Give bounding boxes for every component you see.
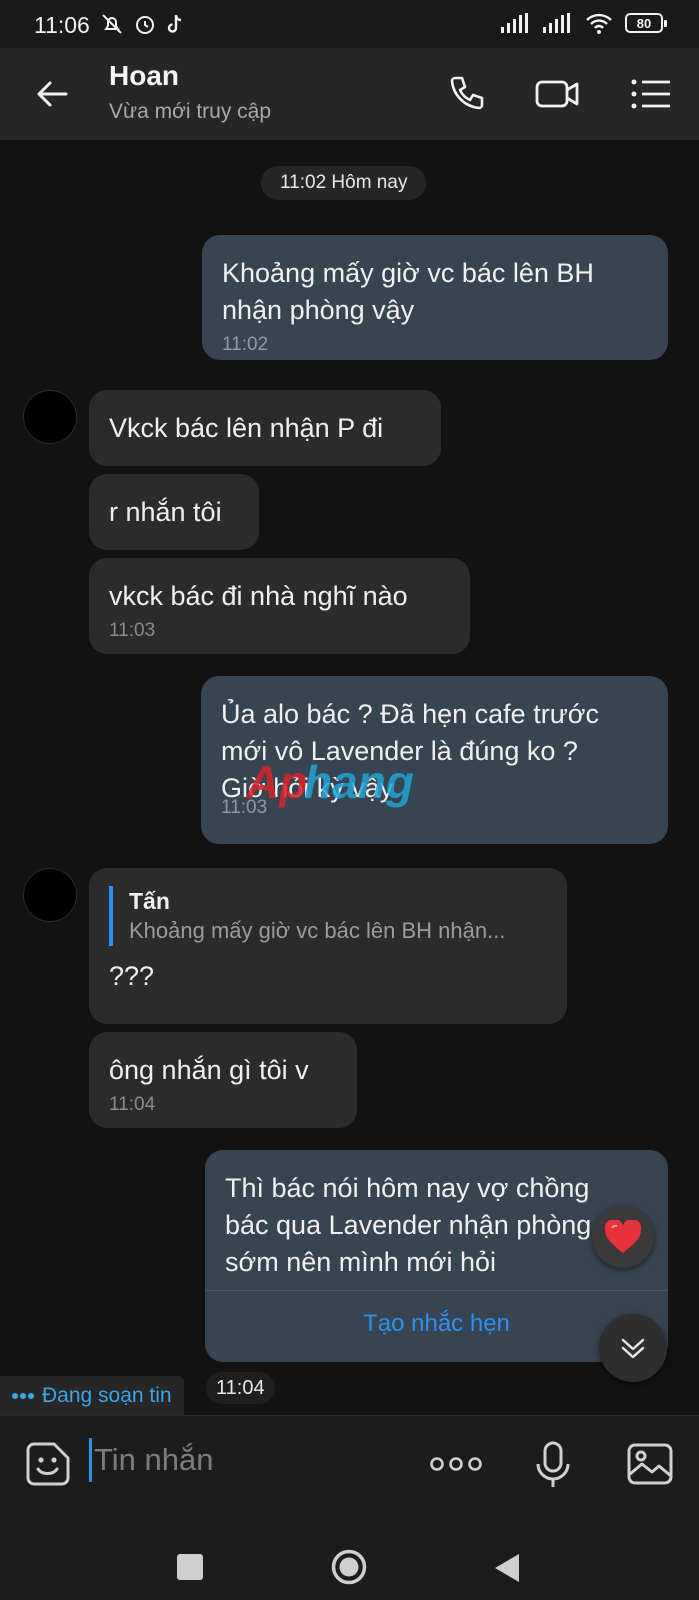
quoted-text: Khoảng mấy giờ vc bác lên BH nhận... [129,918,506,943]
tiktok-icon [167,14,182,33]
recent-apps-icon[interactable] [176,1553,204,1581]
message-composer: Tin nhắn [0,1415,699,1515]
message-input[interactable]: Tin nhắn [94,1442,214,1478]
incoming-message[interactable]: ông nhắn gì tôi v 11:04 [89,1032,357,1128]
text-cursor [89,1438,92,1482]
incoming-message[interactable]: r nhắn tôi [89,474,259,550]
typing-text: Đang soạn tin [42,1384,172,1407]
phone-icon[interactable] [444,72,492,116]
create-reminder-button[interactable]: Tạo nhắc hẹn [205,1310,668,1338]
chat-header: Hoan Vừa mới truy cập [0,48,699,140]
message-time: 11:03 [109,620,156,641]
incoming-message[interactable]: vkck bác đi nhà nghĩ nào 11:03 [89,558,470,654]
list-menu-icon[interactable] [628,72,676,116]
reaction-button[interactable] [592,1206,654,1268]
heart-reaction-icon [604,1220,642,1253]
incoming-message[interactable]: Vkck bác lên nhận P đi [89,390,441,466]
signal-icon-2 [543,13,570,33]
image-icon[interactable] [626,1442,674,1486]
typing-indicator: Đang soạn tin [0,1376,184,1416]
message-text: vkck bác đi nhà nghĩ nào [109,581,408,611]
contact-name[interactable]: Hoan [109,60,179,92]
avatar[interactable] [23,390,77,444]
microphone-icon[interactable] [534,1440,572,1490]
video-call-icon[interactable] [533,72,581,116]
contact-status: Vừa mới truy cập [109,100,272,123]
wifi-icon [586,13,612,34]
message-text: ông nhắn gì tôi v [109,1055,309,1085]
chevron-down-icon [621,1338,645,1359]
more-icon[interactable] [430,1454,482,1474]
back-arrow-icon[interactable] [32,74,72,114]
divider [205,1290,668,1291]
mute-icon [102,14,122,34]
sticker-icon[interactable] [24,1440,72,1488]
date-chip: 11:02 Hôm nay [261,166,427,200]
home-icon[interactable] [331,1549,367,1585]
watermark-logo: Ap hang [246,756,414,808]
message-time-chip: 11:04 [206,1372,275,1404]
message-text: ??? [109,961,155,991]
signal-icon [501,13,528,33]
alarm-icon [136,16,154,34]
message-time: 11:02 [222,334,269,355]
incoming-reply-message[interactable]: Tấn Khoảng mấy giờ vc bác lên BH nhận...… [89,868,567,1024]
quoted-sender: Tấn [129,888,170,914]
svg-text:hang: hang [304,756,414,808]
back-nav-icon[interactable] [494,1553,520,1583]
avatar[interactable] [23,868,77,922]
message-text: r nhắn tôi [109,497,222,527]
message-text: Vkck bác lên nhận P đi [109,413,384,443]
system-navigation-bar [0,1515,699,1600]
status-time: 11:06 [34,12,90,38]
scroll-to-bottom-button[interactable] [599,1314,667,1382]
status-bar: 11:06 80 [0,0,699,48]
typing-dots-icon [12,1393,34,1399]
message-text: Thì bác nói hôm nay vợ chồng bác qua Lav… [225,1173,592,1277]
outgoing-message[interactable]: Khoảng mấy giờ vc bác lên BH nhận phòng … [202,235,668,360]
message-text: Khoảng mấy giờ vc bác lên BH nhận phòng … [222,258,594,325]
quoted-message[interactable]: Tấn Khoảng mấy giờ vc bác lên BH nhận... [109,886,547,946]
message-time: 11:04 [109,1094,156,1115]
svg-text:Ap: Ap [246,756,307,808]
message-list[interactable]: 11:02 Hôm nay Khoảng mấy giờ vc bác lên … [0,140,699,1416]
battery-indicator: 80 [625,13,667,33]
